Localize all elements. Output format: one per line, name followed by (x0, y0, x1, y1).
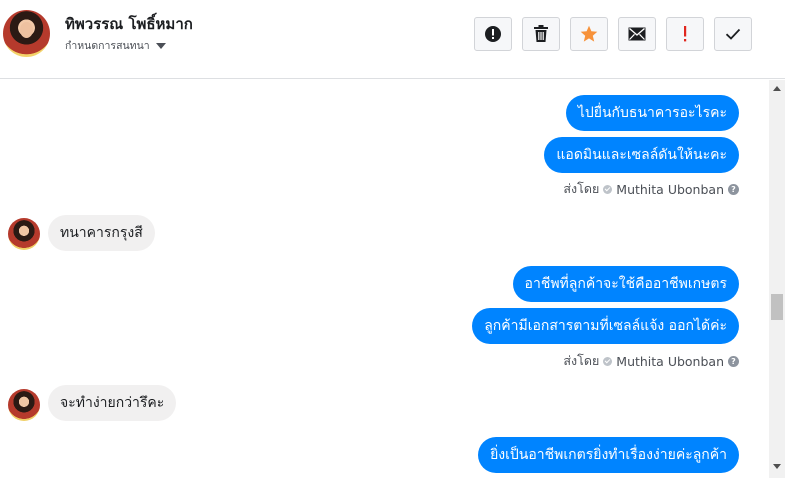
trash-icon (534, 25, 548, 42)
scrollbar[interactable] (769, 80, 785, 478)
sent-by-label: ส่งโดย Muthita Ubonban ? (563, 351, 739, 371)
conversation-settings-dropdown[interactable]: กำหนดการสนทนา (65, 37, 166, 54)
scroll-down-arrow-icon[interactable] (773, 464, 781, 469)
star-icon (580, 25, 598, 42)
mark-important-button[interactable] (666, 17, 704, 51)
outgoing-message[interactable]: ไปยื่นกับธนาคารอะไรคะ (565, 95, 739, 131)
alert-circle-icon (485, 26, 501, 42)
sent-by-prefix: ส่งโดย (563, 353, 600, 368)
checkmark-icon (725, 28, 741, 40)
scroll-up-arrow-icon[interactable] (773, 86, 781, 91)
conversation-header: ทิพวรรณ โพธิ์หมาก กำหนดการสนทนา (0, 0, 785, 79)
outgoing-message[interactable]: อาชีพที่ลูกค้าจะใช้คืออาชีพเกษตร (512, 266, 739, 302)
incoming-message[interactable]: ทนาคารกรุงสี (48, 215, 155, 251)
envelope-icon (628, 27, 646, 41)
sent-by-prefix: ส่งโดย (563, 181, 600, 196)
sent-by-label: ส่งโดย Muthita Ubonban ? (563, 179, 739, 199)
sender-name: Muthita Ubonban (616, 181, 724, 197)
sender-name: Muthita Ubonban (616, 353, 724, 369)
contact-avatar-small[interactable] (8, 389, 40, 421)
delete-button[interactable] (522, 17, 560, 51)
conversation-settings-label: กำหนดการสนทนา (65, 40, 150, 52)
mark-done-button[interactable] (714, 17, 752, 51)
contact-avatar[interactable] (3, 10, 50, 57)
verified-icon (603, 184, 613, 194)
help-icon[interactable]: ? (728, 355, 739, 367)
email-button[interactable] (618, 17, 656, 51)
outgoing-message[interactable]: ยิ่งเป็นอาชีพเกตรยิ่งทำเรื่องง่ายค่ะลูกค… (478, 437, 739, 473)
message-thread[interactable]: ไปยื่นกับธนาคารอะไรคะ แอดมินและเซลล์ดันใ… (0, 80, 769, 478)
spam-button[interactable] (474, 17, 512, 51)
contact-name[interactable]: ทิพวรรณ โพธิ์หมาก (65, 12, 193, 36)
star-button[interactable] (570, 17, 608, 51)
scrollbar-thumb[interactable] (771, 294, 783, 320)
contact-avatar-small[interactable] (8, 218, 40, 250)
outgoing-message[interactable]: ลูกค้ามีเอกสารตามที่เซลล์แจ้ง ออกได้ค่ะ (472, 308, 739, 344)
outgoing-message[interactable]: แอดมินและเซลล์ดันให้นะคะ (544, 137, 739, 173)
help-icon[interactable]: ? (728, 183, 739, 195)
incoming-message[interactable]: จะทำง่ายกว่ารึคะ (48, 385, 177, 421)
chevron-down-icon (155, 42, 166, 49)
verified-icon (603, 356, 613, 366)
exclamation-icon (684, 26, 687, 42)
